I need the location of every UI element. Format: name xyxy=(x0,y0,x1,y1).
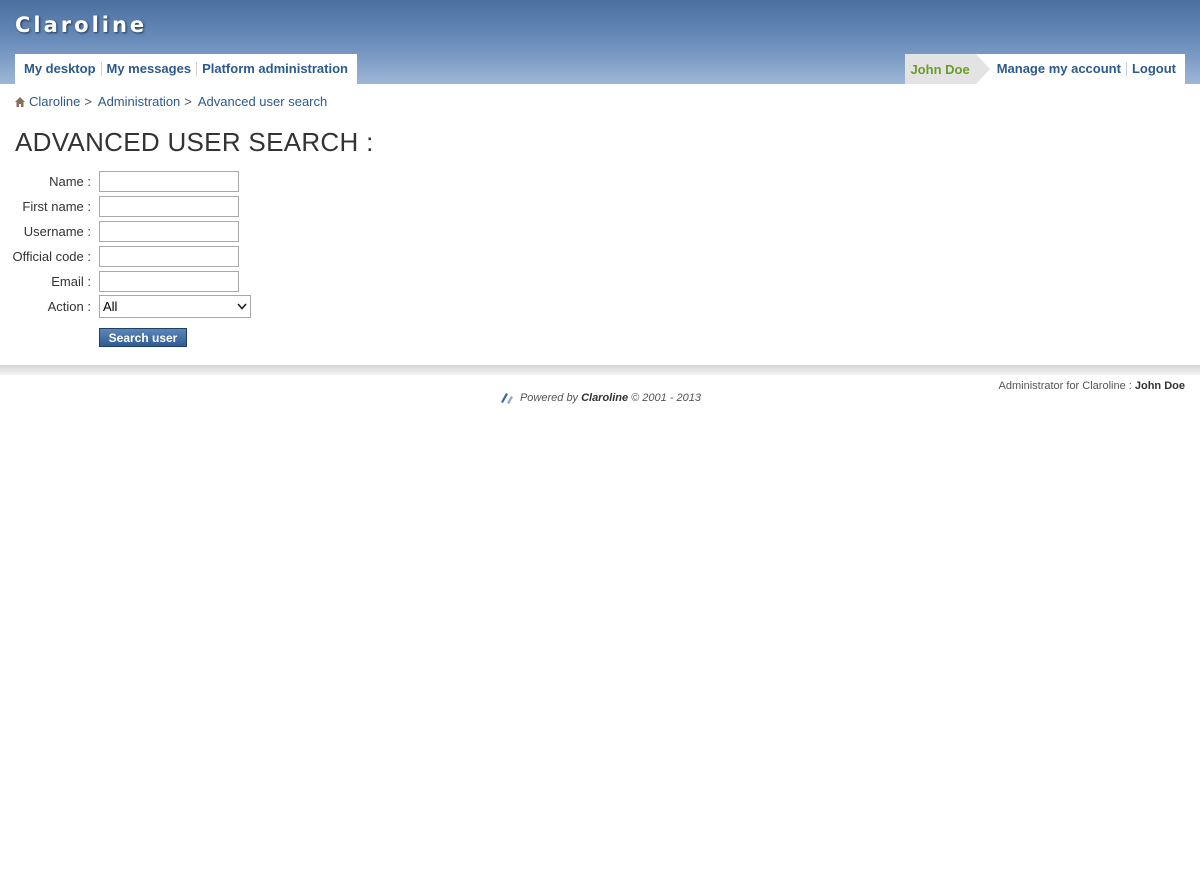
page-header: Claroline My desktop My messages Platfor… xyxy=(0,0,1200,84)
site-title[interactable]: Claroline xyxy=(15,13,147,37)
breadcrumb: Claroline > Administration > Advanced us… xyxy=(15,94,327,109)
breadcrumb-claroline[interactable]: Claroline xyxy=(29,94,80,109)
nav-platform-administration[interactable]: Platform administration xyxy=(197,62,353,76)
form-row-official-code: Official code : xyxy=(0,245,239,267)
email-label: Email : xyxy=(51,273,91,289)
nav-my-messages[interactable]: My messages xyxy=(102,62,197,76)
nav-my-desktop[interactable]: My desktop xyxy=(19,62,101,76)
powered-suffix: © 2001 - 2013 xyxy=(631,392,702,404)
name-label: Name : xyxy=(49,173,91,189)
breadcrumb-separator: > xyxy=(84,94,92,109)
home-icon xyxy=(15,96,25,107)
breadcrumb-administration[interactable]: Administration xyxy=(98,94,180,109)
powered-prefix: Powered by xyxy=(519,392,579,404)
current-user: John Doe xyxy=(905,54,990,84)
user-links: Manage my account Logout xyxy=(975,54,1185,84)
powered-by: Powered by Claroline © 2001 - 2013 xyxy=(0,392,1200,404)
user-chip-arrow xyxy=(975,54,990,84)
email-input[interactable] xyxy=(99,270,239,292)
admin-prefix: Administrator for Claroline : xyxy=(998,380,1132,392)
action-label: Action : xyxy=(47,298,91,314)
form-row-name: Name : xyxy=(0,170,239,192)
page-title: ADVANCED USER SEARCH : xyxy=(15,127,374,157)
claroline-logo-icon xyxy=(500,393,513,404)
main-nav: My desktop My messages Platform administ… xyxy=(15,54,357,84)
admin-name[interactable]: John Doe xyxy=(1135,380,1185,392)
first-name-input[interactable] xyxy=(99,195,239,217)
nav-logout[interactable]: Logout xyxy=(1127,62,1181,76)
footer-administrator: Administrator for Claroline : John Doe xyxy=(999,380,1185,392)
form-row-email: Email : xyxy=(0,270,239,292)
form-row-username: Username : xyxy=(0,220,239,242)
name-input[interactable] xyxy=(99,170,239,192)
powered-brand[interactable]: Claroline xyxy=(581,392,628,404)
chevron-down-icon xyxy=(237,302,247,310)
breadcrumb-advanced-user-search[interactable]: Advanced user search xyxy=(198,94,327,109)
form-row-first-name: First name : xyxy=(0,195,239,217)
official-code-label: Official code : xyxy=(12,248,91,264)
username-input[interactable] xyxy=(99,220,239,242)
nav-manage-account[interactable]: Manage my account xyxy=(992,62,1126,76)
breadcrumb-separator: > xyxy=(184,94,192,109)
username-label: Username : xyxy=(23,223,91,239)
search-user-button[interactable]: Search user xyxy=(99,328,187,347)
footer-divider xyxy=(0,365,1200,375)
user-nav: John Doe Manage my account Logout xyxy=(905,54,1185,84)
action-select[interactable]: All xyxy=(99,294,251,318)
official-code-input[interactable] xyxy=(99,245,239,267)
action-selected-value: All xyxy=(103,298,118,314)
form-row-action: Action : All xyxy=(0,294,251,318)
current-user-name: John Doe xyxy=(910,61,970,77)
first-name-label: First name : xyxy=(22,198,91,214)
